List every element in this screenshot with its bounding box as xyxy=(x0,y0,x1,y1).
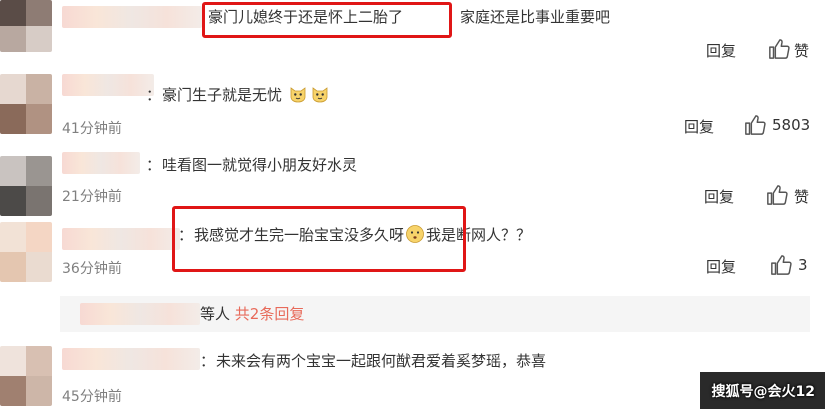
comment-prefix: ： xyxy=(146,86,162,104)
username-blurred[interactable] xyxy=(62,348,200,370)
highlight-box xyxy=(202,2,452,38)
like-label[interactable]: 赞 xyxy=(794,40,809,61)
reply-button[interactable]: 回复 xyxy=(704,186,734,207)
sub-replies-text[interactable]: 等人 共2条回复 xyxy=(200,303,304,325)
username-blurred[interactable] xyxy=(62,74,154,96)
username-blurred[interactable] xyxy=(80,303,200,325)
avatar[interactable] xyxy=(0,156,52,216)
reply-button[interactable]: 回复 xyxy=(706,256,736,277)
thumbs-up-icon[interactable] xyxy=(768,38,790,60)
like-label[interactable]: 赞 xyxy=(794,186,809,207)
like-count: 3 xyxy=(798,256,808,274)
reply-button[interactable]: 回复 xyxy=(706,40,736,61)
cat-face-emoji xyxy=(312,87,328,103)
comment-prefix: ： xyxy=(146,156,162,174)
avatar[interactable] xyxy=(0,0,52,52)
thumbs-up-icon[interactable] xyxy=(770,254,792,276)
comment-time: 45分钟前 xyxy=(62,389,122,405)
avatar[interactable] xyxy=(0,74,52,134)
username-blurred[interactable] xyxy=(62,228,180,250)
avatar[interactable] xyxy=(0,346,52,406)
like-count: 5803 xyxy=(772,116,811,134)
comment-time: 21分钟前 xyxy=(62,189,122,205)
reply-button[interactable]: 回复 xyxy=(684,116,714,137)
comment-time: 41分钟前 xyxy=(62,121,122,137)
cat-face-emoji xyxy=(290,87,306,103)
thumbs-up-icon[interactable] xyxy=(744,114,766,136)
comment-text: 未来会有两个宝宝一起跟何猷君爱着奚梦瑶，恭喜 xyxy=(216,352,547,370)
highlight-box xyxy=(172,206,466,272)
view-replies-link[interactable]: 共2条回复 xyxy=(235,305,305,323)
username-blurred[interactable] xyxy=(62,152,140,174)
thumbs-up-icon[interactable] xyxy=(766,184,788,206)
username-blurred[interactable] xyxy=(62,6,202,28)
sub-replies-suffix: 等人 xyxy=(200,305,231,323)
comment-prefix: ： xyxy=(200,352,216,370)
comment-time: 36分钟前 xyxy=(62,261,122,277)
comment-text-rest: 家庭还是比事业重要吧 xyxy=(460,8,611,26)
avatar[interactable] xyxy=(0,222,52,282)
comment-text: 哇看图一就觉得小朋友好水灵 xyxy=(162,156,358,174)
watermark: 搜狐号@会火12 xyxy=(711,384,815,400)
comment-text: 豪门生子就是无忧 xyxy=(162,84,331,106)
